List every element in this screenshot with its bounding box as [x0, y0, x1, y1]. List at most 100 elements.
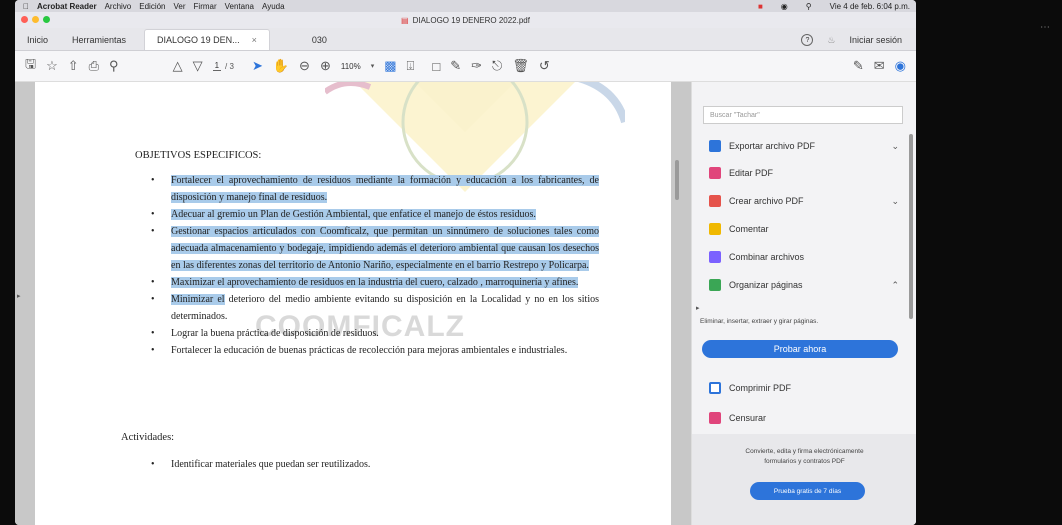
- panel-item-comment[interactable]: Comentar: [709, 223, 899, 235]
- help-icon[interactable]: ?: [801, 34, 814, 46]
- objective-item: Fortalecer la educación de buenas prácti…: [151, 342, 599, 359]
- tab-document-2[interactable]: 030: [300, 30, 339, 50]
- menu-ayuda[interactable]: Ayuda: [262, 2, 285, 11]
- chevron-down-icon[interactable]: ⌄: [891, 141, 899, 152]
- promo-text: Convierte, edita y firma electrónicament…: [692, 447, 916, 467]
- panel-item-create-pdf[interactable]: Crear archivo PDF ⌄: [709, 195, 899, 207]
- scroll-mode-icon[interactable]: ⍗: [407, 58, 415, 74]
- objective-item: Fortalecer el aprovechamiento de residuo…: [151, 172, 599, 206]
- comment-icon: [709, 223, 721, 235]
- objective-item: Minimizar el deterioro del medio ambient…: [151, 291, 599, 325]
- highlight-pen-icon[interactable]: ✎: [450, 58, 461, 74]
- print-icon[interactable]: ⎙: [89, 58, 99, 74]
- panel-item-label: Crear archivo PDF: [729, 196, 804, 206]
- panel-item-edit-pdf[interactable]: Editar PDF: [709, 167, 899, 179]
- apple-icon[interactable]: : [23, 2, 29, 11]
- shield-icon[interactable]: ■: [758, 2, 763, 11]
- fill-sign-icon[interactable]: ✎: [853, 58, 864, 74]
- stamp-icon[interactable]: ⎋: [492, 58, 502, 74]
- page-number-input[interactable]: 1: [212, 61, 222, 71]
- panel-item-organize[interactable]: Organizar páginas ⌃: [709, 279, 899, 291]
- document-heading: OBJETIVOS ESPECIFICOS:: [135, 150, 262, 161]
- promo-line-2: formularios y contratos PDF: [764, 458, 845, 465]
- panel-item-label: Comprimir PDF: [729, 383, 791, 393]
- redact-icon: [709, 412, 721, 424]
- panel-scrollbar[interactable]: [909, 134, 913, 319]
- sign-icon[interactable]: ✑: [471, 58, 482, 74]
- status-icons: ■ ◉ ⚲ Vie 4 de feb. 6:04 p.m.: [750, 2, 910, 11]
- objective-text: Adecuar al gremio un Plan de Gestión Amb…: [171, 209, 536, 220]
- zoom-level-select[interactable]: 110%: [341, 62, 361, 71]
- document-viewport[interactable]: ▸ COOMFICALZ OBJETIVOS ESPECIFICOS: Fort…: [15, 82, 691, 525]
- comment-toolbar-icon[interactable]: □: [432, 59, 440, 74]
- select-cursor-icon[interactable]: ➤: [252, 58, 263, 74]
- panel-item-compress[interactable]: Comprimir PDF: [709, 382, 899, 394]
- menu-archivo[interactable]: Archivo: [105, 2, 132, 11]
- objective-highlight: Minimizar el: [171, 294, 225, 305]
- objective-item: Adecuar al gremio un Plan de Gestión Amb…: [151, 206, 599, 223]
- search-text-icon[interactable]: ↺: [539, 58, 550, 74]
- zoom-search-icon[interactable]: ⚲: [109, 58, 119, 74]
- objective-text: Fortalecer la educación de buenas prácti…: [171, 345, 568, 356]
- close-window-icon[interactable]: [21, 16, 28, 23]
- sign-in-button[interactable]: Iniciar sesión: [849, 35, 902, 45]
- minimize-window-icon[interactable]: [32, 16, 39, 23]
- search-icon[interactable]: ⚲: [806, 2, 812, 11]
- zoom-in-icon[interactable]: ⊕: [320, 58, 331, 74]
- promo-box: Convierte, edita y firma electrónicament…: [692, 434, 916, 525]
- chevron-up-icon[interactable]: ⌃: [891, 280, 899, 291]
- organize-icon: [709, 279, 721, 291]
- menu-edicion[interactable]: Edición: [139, 2, 165, 11]
- combine-icon: [709, 251, 721, 263]
- objective-item: Lograr la buena práctica de disposición …: [151, 325, 599, 342]
- app-menu[interactable]: Acrobat Reader: [37, 2, 97, 11]
- right-panel-toggle-icon[interactable]: ▸: [696, 304, 700, 312]
- pdf-file-icon: ▤: [401, 15, 409, 25]
- app-window:  Acrobat Reader Archivo Edición Ver Fir…: [15, 0, 916, 525]
- clock[interactable]: Vie 4 de feb. 6:04 p.m.: [830, 2, 910, 11]
- organize-description: Eliminar, insertar, extraer y girar pági…: [700, 318, 819, 325]
- hand-tool-icon[interactable]: ✋: [273, 58, 289, 74]
- bookmark-star-icon[interactable]: ☆: [46, 58, 58, 74]
- free-trial-button[interactable]: Prueba gratis de 7 días: [750, 482, 865, 500]
- tools-search-input[interactable]: Buscar "Tachar": [703, 106, 903, 124]
- objective-text: deterioro del medio ambiente evitando su…: [171, 294, 599, 322]
- fit-page-icon[interactable]: ▩: [384, 58, 396, 74]
- tab-home[interactable]: Inicio: [15, 30, 60, 50]
- try-now-button[interactable]: Probar ahora: [702, 340, 898, 358]
- left-panel-toggle-icon[interactable]: ▸: [17, 292, 21, 300]
- menu-ver[interactable]: Ver: [174, 2, 186, 11]
- menu-firmar[interactable]: Firmar: [194, 2, 217, 11]
- more-options-icon[interactable]: ⋯: [1040, 22, 1050, 33]
- zoom-out-icon[interactable]: ⊖: [299, 58, 310, 74]
- panel-item-label: Combinar archivos: [729, 252, 805, 262]
- panel-item-combine[interactable]: Combinar archivos: [709, 251, 899, 263]
- panel-item-label: Comentar: [729, 224, 769, 234]
- chevron-down-icon[interactable]: ▾: [371, 62, 375, 70]
- page-down-icon[interactable]: ▽: [193, 58, 203, 74]
- tab-tools[interactable]: Herramientas: [60, 30, 138, 50]
- tab-close-icon[interactable]: ×: [252, 35, 257, 45]
- panel-item-label: Exportar archivo PDF: [729, 141, 816, 151]
- promo-line-1: Convierte, edita y firma electrónicament…: [745, 448, 864, 455]
- panel-item-export-pdf[interactable]: Exportar archivo PDF ⌄: [709, 140, 899, 152]
- trash-icon[interactable]: 🗑: [512, 58, 529, 74]
- chevron-down-icon[interactable]: ⌄: [891, 196, 899, 207]
- panel-item-redact[interactable]: Censurar: [709, 412, 899, 424]
- document-scrollbar[interactable]: [675, 160, 679, 200]
- save-icon[interactable]: 🖫: [25, 55, 36, 77]
- menu-ventana[interactable]: Ventana: [225, 2, 254, 11]
- upload-icon[interactable]: ⇧: [68, 58, 79, 74]
- activity-text: Identificar materiales que puedan ser re…: [171, 459, 371, 470]
- objective-text: Fortalecer el aprovechamiento de residuo…: [171, 175, 599, 203]
- objectives-list: Fortalecer el aprovechamiento de residuo…: [151, 172, 599, 359]
- wifi-icon[interactable]: ◉: [781, 2, 788, 11]
- window-controls: [21, 16, 50, 23]
- window-title: DIALOGO 19 DENERO 2022.pdf: [412, 15, 530, 25]
- page-up-icon[interactable]: △: [173, 58, 183, 74]
- zoom-window-icon[interactable]: [43, 16, 50, 23]
- notification-bell-icon[interactable]: ♨: [827, 35, 835, 46]
- share-icon[interactable]: ◉: [895, 58, 906, 74]
- mail-icon[interactable]: ✉: [874, 58, 885, 74]
- tab-document-active[interactable]: DIALOGO 19 DEN... ×: [144, 29, 270, 50]
